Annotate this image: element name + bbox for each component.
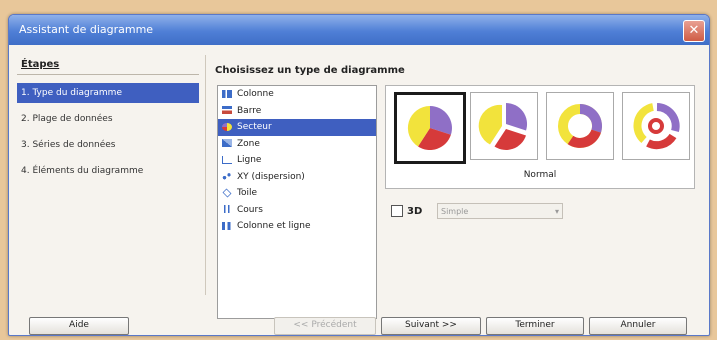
chart-wizard-dialog: Assistant de diagramme ✕ Étapes 1. Type … <box>8 14 710 336</box>
option-3d[interactable]: 3D <box>391 205 422 217</box>
pie-normal-icon <box>407 105 452 151</box>
step-chart-type[interactable]: 1. Type du diagramme <box>17 83 199 103</box>
steps-panel: Étapes 1. Type du diagramme 2. Plage de … <box>17 55 199 187</box>
net-chart-icon <box>222 188 232 197</box>
column-chart-icon <box>222 89 232 98</box>
pie-chart-icon <box>222 122 232 131</box>
chart-type-label: Colonne <box>237 89 274 99</box>
chart-type-xy[interactable]: XY (dispersion) <box>218 169 376 186</box>
variant-normal[interactable] <box>394 92 466 164</box>
close-icon[interactable]: ✕ <box>683 20 705 42</box>
bar-chart-icon <box>222 106 232 114</box>
variant-panel: Normal <box>385 85 695 189</box>
chart-type-area[interactable]: Zone <box>218 136 376 153</box>
vertical-divider <box>205 55 206 295</box>
line-chart-icon <box>222 155 232 164</box>
chart-type-pie[interactable]: Secteur <box>218 119 376 136</box>
chart-type-stock[interactable]: Cours <box>218 202 376 219</box>
scatter-chart-icon <box>222 172 232 180</box>
step-chart-elements[interactable]: 4. Éléments du diagramme <box>17 161 199 181</box>
stock-chart-icon <box>222 205 232 213</box>
cancel-button[interactable]: Annuler <box>589 317 687 335</box>
chart-type-label: Ligne <box>237 155 262 165</box>
pie-exploded-icon <box>478 102 528 150</box>
variant-donut[interactable] <box>546 92 614 160</box>
chart-type-line[interactable]: Ligne <box>218 152 376 169</box>
window-title: Assistant de diagramme <box>19 23 154 36</box>
donut-icon <box>558 104 602 148</box>
3d-checkbox[interactable] <box>391 205 403 217</box>
chart-type-label: Barre <box>237 105 262 116</box>
chart-type-bar[interactable]: Barre <box>218 103 376 120</box>
chart-type-column[interactable]: Colonne <box>218 86 376 103</box>
step-data-series[interactable]: 3. Séries de données <box>17 135 199 155</box>
variant-label: Normal <box>523 170 557 180</box>
variant-donut-exploded[interactable] <box>622 92 690 160</box>
chart-type-label: Colonne et ligne <box>237 221 311 231</box>
area-chart-icon <box>222 139 232 147</box>
finish-button[interactable]: Terminer <box>486 317 584 335</box>
next-button[interactable]: Suivant >> <box>381 317 481 335</box>
chart-type-label: Cours <box>237 204 263 215</box>
chart-type-label: Toile <box>237 188 258 198</box>
chart-type-label: Zone <box>237 138 260 149</box>
variant-exploded[interactable] <box>470 92 538 160</box>
column-line-chart-icon <box>222 221 232 230</box>
chart-type-label: XY (dispersion) <box>237 171 305 182</box>
3d-style-value: Simple <box>441 207 469 216</box>
chart-type-net[interactable]: Toile <box>218 185 376 202</box>
help-button[interactable]: Aide <box>29 317 129 335</box>
step-data-range[interactable]: 2. Plage de données <box>17 109 199 129</box>
divider <box>17 74 199 75</box>
3d-label: 3D <box>407 205 423 217</box>
donut-exploded-icon <box>633 103 680 150</box>
section-heading: Choisissez un type de diagramme <box>215 65 405 76</box>
chart-type-column-line[interactable]: Colonne et ligne <box>218 218 376 235</box>
title-bar[interactable]: Assistant de diagramme ✕ <box>9 15 709 45</box>
chart-type-label: Secteur <box>237 122 272 132</box>
chevron-down-icon: ▾ <box>554 207 559 216</box>
steps-title: Étapes <box>21 59 60 70</box>
back-button[interactable]: << Précédent <box>274 317 376 335</box>
chart-type-list[interactable]: Colonne Barre Secteur Zone Ligne XY (dis… <box>217 85 377 319</box>
3d-style-dropdown[interactable]: Simple ▾ <box>437 203 563 219</box>
